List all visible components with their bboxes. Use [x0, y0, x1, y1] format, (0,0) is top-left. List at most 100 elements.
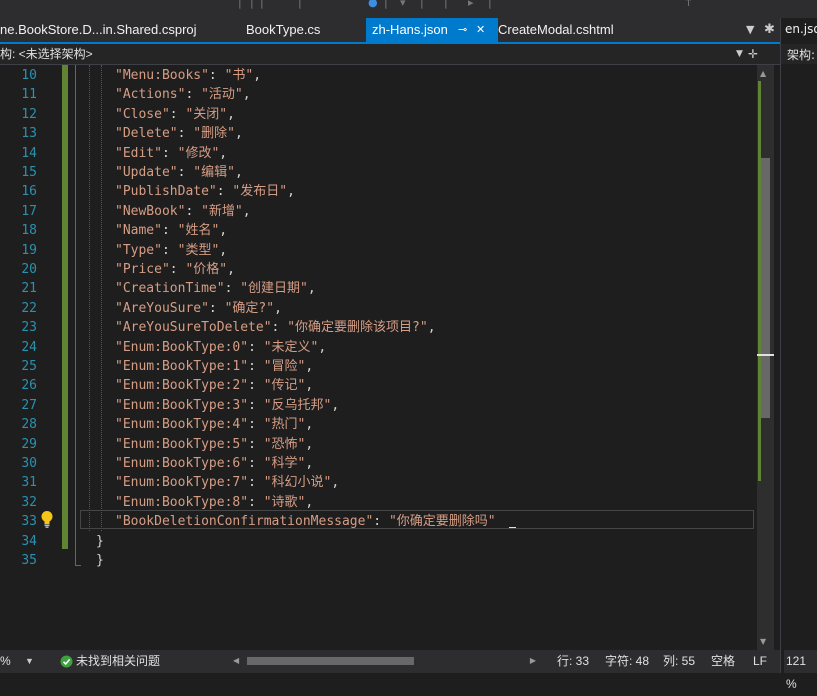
comma: ,	[242, 203, 251, 219]
comma: ,	[253, 68, 262, 83]
code-line[interactable]: "Enum:BookType:7": "科幻小说",	[115, 473, 339, 492]
scroll-down-arrow[interactable]: ▼	[760, 637, 766, 646]
line-ending-indicator[interactable]: LF	[753, 650, 767, 673]
tab-csproj[interactable]: ne.BookStore.D...in.Shared.csproj	[0, 18, 197, 42]
lightbulb-icon[interactable]	[40, 510, 54, 529]
secondary-zoom-level[interactable]: 121 %	[784, 650, 817, 691]
toolbar-icon[interactable]: ↑	[684, 0, 693, 9]
closing-brace: }	[96, 553, 104, 568]
zoom-level[interactable]: %	[0, 650, 11, 673]
colon: :	[248, 397, 264, 413]
outline-bracket	[75, 65, 76, 565]
json-key: "Enum:BookType:3"	[115, 397, 249, 413]
colon: :	[224, 281, 241, 297]
char-indicator[interactable]: 字符: 48	[605, 650, 649, 673]
colon: :	[248, 378, 264, 394]
json-key: "Enum:BookType:2"	[115, 378, 249, 394]
code-line[interactable]: "Enum:BookType:0": "未定义",	[115, 338, 326, 357]
vertical-scrollbar[interactable]: ▲ ▼	[757, 65, 774, 650]
colon: :	[208, 68, 225, 83]
colon: :	[177, 126, 194, 142]
gear-icon[interactable]: ✱	[764, 18, 775, 42]
code-line[interactable]: "Enum:BookType:5": "恐怖",	[115, 435, 313, 454]
issues-status[interactable]: 未找到相关问题	[76, 650, 160, 673]
scroll-left-arrow[interactable]: ◀	[233, 654, 239, 668]
secondary-schema-bar[interactable]: 架构:	[781, 44, 817, 64]
comma: ,	[305, 436, 314, 452]
json-key: "Price"	[115, 262, 170, 277]
json-value: "你确定要删除该项目?"	[287, 320, 428, 336]
scroll-right-arrow[interactable]: ▶	[530, 654, 536, 668]
colon: :	[271, 320, 288, 336]
code-line[interactable]: "Enum:BookType:2": "传记",	[115, 376, 313, 395]
line-number: 29	[21, 436, 37, 452]
horizontal-scroll-thumb[interactable]	[247, 657, 414, 665]
toolbar-icon-back[interactable]: ●	[368, 0, 378, 9]
close-icon[interactable]: ✕	[476, 18, 485, 42]
scroll-up-arrow[interactable]: ▲	[760, 69, 766, 78]
colon: :	[248, 475, 264, 491]
zoom-dropdown-icon[interactable]: ▼	[25, 650, 34, 673]
column-indicator[interactable]: 列: 55	[663, 650, 695, 673]
code-line[interactable]: "CreationTime": "创建日期",	[115, 279, 316, 298]
json-value: "编辑"	[193, 165, 235, 180]
json-value: "恐怖"	[263, 436, 306, 452]
code-line[interactable]: "AreYouSure": "确定?",	[115, 299, 282, 318]
code-line[interactable]: "NewBook": "新增",	[115, 202, 251, 221]
code-line[interactable]: "PublishDate": "发布日",	[115, 182, 295, 201]
whitespace-indicator[interactable]: 空格	[711, 650, 735, 673]
code-line[interactable]: "Close": "关闭",	[115, 105, 235, 124]
code-line[interactable]: "Type": "类型",	[115, 241, 227, 260]
tab-list-dropdown-icon[interactable]: ▼	[746, 18, 754, 42]
pin-icon[interactable]: ⊸	[458, 18, 467, 42]
json-key: "Actions"	[115, 87, 186, 103]
line-number: 28	[21, 417, 37, 433]
line-number-gutter: 10 11 12 13 14 15 16 17 18 19 20 21 22 23 24 25 26 27 28 29…	[0, 65, 60, 650]
code-editor[interactable]: 10 11 12 13 14 15 16 17 18 19 20 21 22 23 24 25 26 27 28 29…	[0, 65, 757, 650]
line-indicator[interactable]: 行: 33	[557, 650, 589, 673]
split-window-icon[interactable]: ✛	[748, 45, 758, 63]
comma: ,	[305, 378, 314, 394]
toolbar-separator: |	[444, 0, 448, 9]
tab-booktype-cs[interactable]: BookType.cs	[246, 18, 320, 42]
indent-guide	[101, 65, 102, 531]
colon: :	[185, 203, 202, 219]
tab-en-json[interactable]: en.jso	[785, 22, 817, 36]
line-number: 10	[21, 68, 37, 83]
comma: ,	[219, 145, 228, 161]
code-line[interactable]: "BookDeletionConfirmationMessage": "你确定要…	[115, 512, 496, 531]
toolbar-icon[interactable]: ▸	[468, 0, 474, 9]
line-number: 34	[21, 533, 37, 549]
comma: ,	[305, 456, 314, 471]
code-line[interactable]: "Edit": "修改",	[115, 144, 227, 163]
code-line[interactable]: "Enum:BookType:6": "科学",	[115, 454, 313, 473]
line-number: 22	[21, 300, 37, 316]
toolbar-separator: |	[238, 0, 242, 9]
colon: :	[169, 106, 186, 122]
code-line[interactable]: }	[96, 532, 104, 551]
tab-zh-hans-json[interactable]: zh-Hans.json ⊸ ✕	[366, 18, 498, 42]
secondary-editor-pane[interactable]: en.jso 架构:	[780, 18, 817, 673]
code-line[interactable]: "Update": "编辑",	[115, 163, 243, 182]
code-line[interactable]: "Actions": "活动",	[115, 85, 251, 104]
code-line[interactable]: "AreYouSureToDelete": "你确定要删除该项目?",	[115, 318, 436, 337]
json-value: "类型"	[177, 242, 220, 258]
code-line[interactable]: "Enum:BookType:1": "冒险",	[115, 357, 313, 376]
json-key: "Enum:BookType:1"	[115, 359, 249, 374]
tab-createmodal-cshtml[interactable]: CreateModal.cshtml	[498, 18, 614, 42]
vertical-scroll-thumb[interactable]	[761, 158, 770, 418]
code-line[interactable]: "Price": "价格",	[115, 260, 235, 279]
code-line[interactable]: }	[96, 551, 104, 570]
code-line[interactable]: "Enum:BookType:4": "热门",	[115, 415, 313, 434]
json-key: "Delete"	[115, 126, 178, 142]
chevron-down-icon[interactable]: ▼	[736, 44, 743, 64]
code-line[interactable]: "Enum:BookType:8": "诗歌",	[115, 493, 313, 512]
schema-bar[interactable]: 构: <未选择架构> ▼ ✛	[0, 44, 780, 65]
code-line[interactable]: "Delete": "删除",	[115, 124, 243, 143]
horizontal-scrollbar[interactable]: ◀ ▶	[233, 654, 536, 668]
code-line[interactable]: "Menu:Books": "书",	[115, 66, 261, 85]
code-line[interactable]: "Enum:BookType:3": "反乌托邦",	[115, 396, 339, 415]
colon: :	[248, 417, 264, 433]
code-line[interactable]: "Name": "姓名",	[115, 221, 227, 240]
toolbar-icon[interactable]: ▾	[400, 0, 406, 9]
